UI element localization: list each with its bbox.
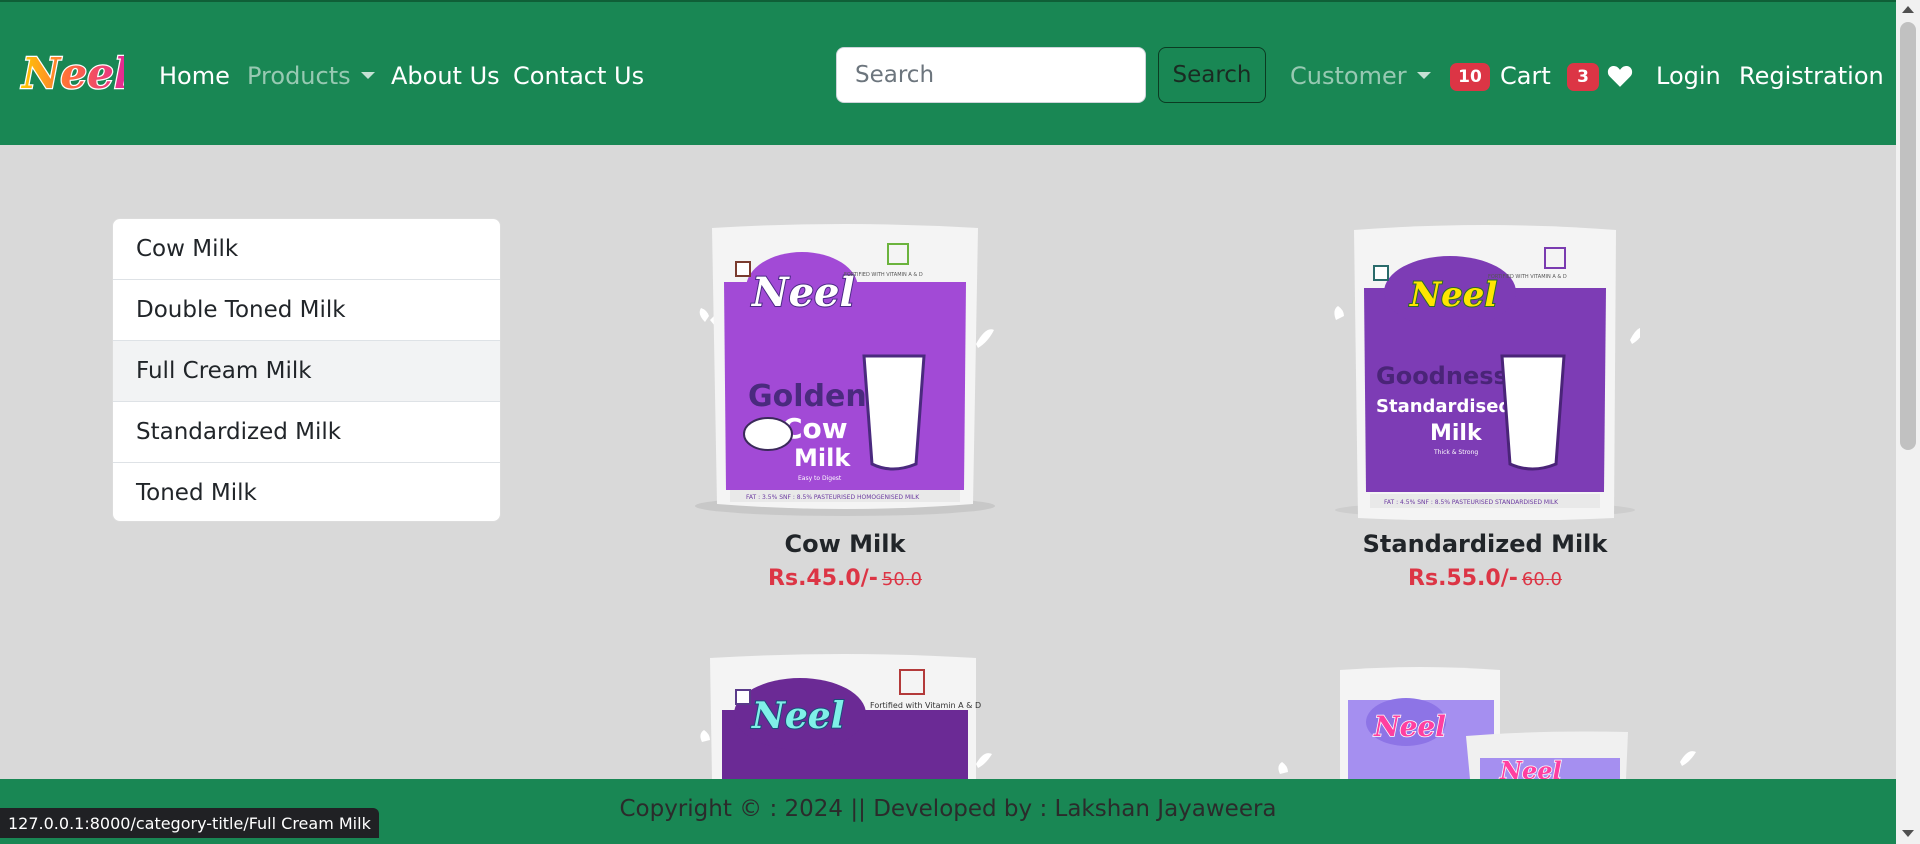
svg-text:Standardised: Standardised: [1376, 396, 1511, 417]
svg-text:Cow: Cow: [782, 412, 848, 445]
svg-text:Easy to Digest: Easy to Digest: [798, 475, 842, 482]
product-image-4[interactable]: Neel Neel: [1270, 662, 1700, 779]
product-price: Rs.55.0/-: [1408, 566, 1518, 591]
product-price-row: Rs.45.0/- 50.0: [690, 566, 1000, 591]
category-item-full-cream-milk[interactable]: Full Cream Milk: [113, 341, 500, 402]
svg-text:FORTIFIED WITH VITAMIN A & D: FORTIFIED WITH VITAMIN A & D: [844, 272, 923, 278]
product-name[interactable]: Standardized Milk: [1330, 530, 1640, 558]
svg-text:Fortified with Vitamin A & D: Fortified with Vitamin A & D: [870, 701, 981, 710]
page-scrollbar-thumb[interactable]: [1900, 22, 1916, 450]
search-input[interactable]: [836, 47, 1146, 103]
nav-products-label: Products: [247, 62, 351, 90]
top-navbar: Neel Home Products About Us Contact Us S…: [0, 0, 1896, 145]
login-link[interactable]: Login: [1656, 60, 1721, 92]
nav-contact-link[interactable]: Contact Us: [513, 60, 644, 92]
heart-icon[interactable]: [1607, 64, 1633, 88]
product-price-row: Rs.55.0/- 60.0: [1330, 566, 1640, 591]
scroll-up-arrow-icon[interactable]: [1902, 6, 1914, 13]
customer-label: Customer: [1290, 62, 1407, 90]
nav-home-link[interactable]: Home: [159, 60, 230, 92]
product-old-price: 50.0: [881, 569, 922, 590]
category-item-double-toned-milk[interactable]: Double Toned Milk: [113, 280, 500, 341]
registration-link[interactable]: Registration: [1739, 60, 1884, 92]
brand-logo[interactable]: Neel: [18, 48, 124, 100]
svg-text:Neel: Neel: [20, 49, 124, 98]
svg-text:Goodness: Goodness: [1376, 362, 1508, 390]
link-status-bar: 127.0.0.1:8000/category-title/Full Cream…: [0, 808, 379, 838]
category-list: Cow Milk Double Toned Milk Full Cream Mi…: [112, 218, 501, 522]
cart-link[interactable]: Cart: [1500, 60, 1551, 92]
wishlist-count-badge: 3: [1567, 63, 1599, 91]
svg-text:Golden: Golden: [748, 379, 867, 414]
chevron-down-icon: [360, 71, 375, 79]
category-item-standardized-milk[interactable]: Standardized Milk: [113, 402, 500, 463]
category-item-toned-milk[interactable]: Toned Milk: [113, 463, 500, 521]
svg-text:Neel: Neel: [751, 695, 844, 737]
product-price: Rs.45.0/-: [768, 566, 878, 591]
category-item-cow-milk[interactable]: Cow Milk: [113, 219, 500, 280]
svg-text:FORTIFIED WITH VITAMIN A & D: FORTIFIED WITH VITAMIN A & D: [1488, 274, 1567, 280]
svg-text:FAT : 3.5% SNF : 8.5% PASTEU: FAT : 3.5% SNF : 8.5% PASTEURISED HOMOGE…: [746, 494, 920, 501]
nav-products-dropdown[interactable]: Products: [247, 60, 375, 92]
product-old-price: 60.0: [1521, 569, 1562, 590]
scroll-down-arrow-icon[interactable]: [1902, 830, 1914, 837]
svg-text:FAT : 4.5% SNF : 8.5% PASTEU: FAT : 4.5% SNF : 8.5% PASTEURISED STANDA…: [1384, 499, 1559, 506]
svg-text:Neel: Neel: [1499, 756, 1562, 779]
svg-text:Milk: Milk: [794, 444, 851, 472]
nav-about-link[interactable]: About Us: [391, 60, 500, 92]
cart-count-badge: 10: [1450, 63, 1490, 91]
product-image-cow-milk[interactable]: Neel FORTIFIED WITH VITAMIN A & D Golden…: [690, 222, 1000, 520]
product-image-3[interactable]: Neel Fortified with Vitamin A & D: [690, 652, 1000, 779]
svg-text:Neel: Neel: [1409, 275, 1497, 315]
chevron-down-icon: [1416, 71, 1431, 79]
customer-dropdown[interactable]: Customer: [1290, 60, 1431, 92]
svg-text:Neel: Neel: [750, 269, 855, 316]
product-name[interactable]: Cow Milk: [690, 530, 1000, 558]
product-image-standardized-milk[interactable]: Neel FORTIFIED WITH VITAMIN A & D Goodne…: [1330, 222, 1640, 520]
svg-text:Thick & Strong: Thick & Strong: [1433, 449, 1478, 456]
svg-text:Milk: Milk: [1430, 421, 1483, 446]
svg-text:Neel: Neel: [1373, 710, 1446, 743]
search-button[interactable]: Search: [1158, 47, 1266, 103]
